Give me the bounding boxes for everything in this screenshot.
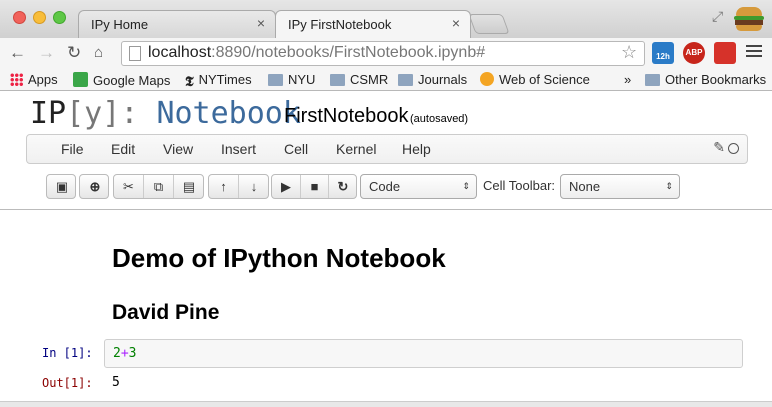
ipython-logo[interactable]: IP[y]: Notebook	[30, 96, 301, 131]
forward-icon[interactable]: →	[38, 42, 55, 64]
output-prompt: Out[1]:	[42, 376, 93, 390]
cell-type-select[interactable]: Code ⇕	[360, 174, 477, 199]
bottom-scrollbar[interactable]	[0, 401, 772, 407]
stop-icon[interactable]: ■	[301, 175, 329, 198]
bookmark-csmr[interactable]: CSMR	[330, 72, 388, 87]
url-text[interactable]: localhost:8890/notebooks/FirstNotebook.i…	[148, 44, 485, 62]
cell-toolbar-label: Cell Toolbar:	[483, 178, 556, 193]
move-up-icon[interactable]: ↑	[209, 175, 239, 198]
nyt-icon: 𝕿	[185, 74, 194, 90]
bookmark-google-maps[interactable]: Google Maps	[73, 72, 170, 88]
adblock-extension-icon[interactable]: ABP	[683, 42, 705, 64]
move-button-group: ↑ ↓	[208, 174, 269, 199]
menu-insert[interactable]: Insert	[221, 141, 256, 157]
menu-file[interactable]: File	[61, 141, 84, 157]
save-icon: ▣	[55, 179, 69, 194]
notebook-name[interactable]: FirstNotebook	[284, 105, 409, 128]
insert-cell-button[interactable]: ⊕	[79, 174, 109, 199]
copy-icon[interactable]: ⧉	[144, 175, 174, 198]
restart-icon[interactable]: ↻	[329, 175, 357, 198]
select-arrows-icon: ⇕	[462, 181, 470, 191]
address-bar[interactable]: localhost:8890/notebooks/FirstNotebook.i…	[121, 41, 645, 66]
paste-icon[interactable]: ▤	[174, 175, 204, 198]
pencil-icon[interactable]: ✎	[713, 139, 725, 156]
tab-close-icon[interactable]: ×	[452, 15, 460, 31]
tab-first-notebook[interactable]: IPy FirstNotebook ×	[275, 10, 471, 38]
back-icon[interactable]: ←	[9, 42, 26, 64]
menu-kernel[interactable]: Kernel	[336, 141, 376, 157]
browser-toolbar: ← → ↻ ⌂ localhost:8890/notebooks/FirstNo…	[0, 38, 772, 69]
code-text[interactable]: 2+3	[113, 346, 136, 361]
wos-icon	[480, 72, 494, 86]
cut-icon[interactable]: ✂	[114, 175, 144, 198]
input-prompt: In [1]:	[42, 346, 93, 360]
bookmark-nytimes[interactable]: 𝕿 NYTimes	[185, 72, 252, 90]
folder-icon	[645, 74, 660, 86]
page-icon	[129, 46, 141, 61]
kernel-status-icon	[728, 143, 739, 154]
tab-close-icon[interactable]: ×	[257, 15, 265, 31]
chrome-menu-icon[interactable]	[746, 42, 762, 58]
new-tab-button[interactable]	[468, 14, 510, 34]
save-button[interactable]: ▣	[46, 174, 76, 199]
heading-cell-2[interactable]: David Pine	[112, 301, 219, 325]
window-close-button[interactable]	[13, 11, 26, 24]
browser-window: IPy Home × IPy FirstNotebook × ⤢ ← → ↻ ⌂…	[0, 0, 772, 407]
notebook-content: Demo of IPython Notebook David Pine In […	[0, 211, 772, 407]
bookmark-other[interactable]: Other Bookmarks	[645, 72, 766, 87]
notebook-header: IP[y]: Notebook FirstNotebook (autosaved…	[0, 92, 772, 210]
bookmark-apps[interactable]: Apps	[10, 72, 58, 87]
edit-button-group: ✂ ⧉ ▤	[113, 174, 204, 199]
apps-grid-icon	[10, 73, 23, 86]
insert-cell-icon: ⊕	[89, 179, 101, 194]
folder-icon	[268, 74, 283, 86]
folder-icon	[330, 74, 345, 86]
window-maximize-button[interactable]	[53, 11, 66, 24]
maps-icon	[73, 72, 88, 87]
reload-icon[interactable]: ↻	[67, 42, 81, 64]
title-bar: IPy Home × IPy FirstNotebook × ⤢	[0, 0, 772, 38]
tab-label: IPy FirstNotebook	[288, 17, 392, 32]
profile-avatar[interactable]	[734, 5, 764, 33]
code-cell-input[interactable]: 2+3	[104, 339, 743, 368]
menu-view[interactable]: View	[163, 141, 193, 157]
bookmark-journals[interactable]: Journals	[398, 72, 467, 87]
bookmarks-overflow-button[interactable]: »	[624, 72, 631, 87]
bookmark-nyu[interactable]: NYU	[268, 72, 315, 87]
window-minimize-button[interactable]	[33, 11, 46, 24]
run-icon[interactable]: ▶	[272, 175, 301, 198]
cell-output: 5	[112, 375, 120, 390]
pdf-extension-icon[interactable]	[714, 42, 736, 64]
heading-cell-1[interactable]: Demo of IPython Notebook	[112, 243, 446, 274]
cell-toolbar-select[interactable]: None ⇕	[560, 174, 680, 199]
tab-label: IPy Home	[91, 17, 149, 32]
bookmark-web-of-science[interactable]: Web of Science	[480, 72, 590, 87]
folder-icon	[398, 74, 413, 86]
menu-help[interactable]: Help	[402, 141, 431, 157]
calendar-extension-icon[interactable]: 12h	[652, 42, 674, 64]
menu-cell[interactable]: Cell	[284, 141, 308, 157]
menu-edit[interactable]: Edit	[111, 141, 135, 157]
move-down-icon[interactable]: ↓	[239, 175, 269, 198]
tab-ipy-home[interactable]: IPy Home ×	[78, 10, 276, 38]
fullscreen-icon[interactable]: ⤢	[712, 8, 723, 25]
star-icon[interactable]: ☆	[621, 42, 637, 63]
notebook-menubar: File Edit View Insert Cell Kernel Help ✎	[26, 134, 748, 164]
home-icon[interactable]: ⌂	[94, 42, 103, 64]
save-status: (autosaved)	[410, 113, 469, 125]
select-arrows-icon: ⇕	[665, 181, 673, 191]
run-button-group: ▶ ■ ↻	[271, 174, 357, 199]
bookmarks-bar: Apps Google Maps 𝕿 NYTimes NYU CSMR Journ…	[0, 69, 772, 91]
